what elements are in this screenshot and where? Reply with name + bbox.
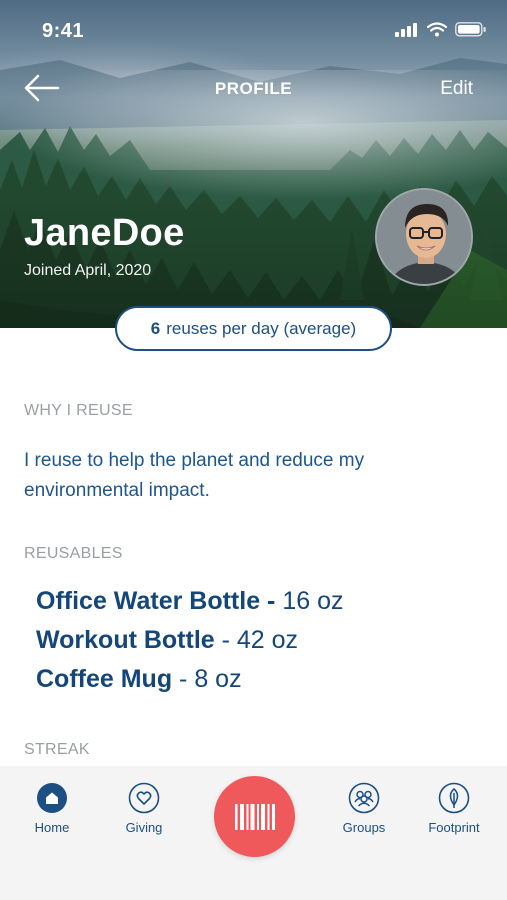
battery-icon bbox=[455, 22, 486, 37]
heart-icon bbox=[128, 782, 160, 814]
list-item[interactable]: Office Water Bottle - 16 oz bbox=[36, 582, 343, 621]
tab-footprint[interactable]: Footprint bbox=[414, 782, 494, 835]
scan-button[interactable] bbox=[214, 776, 295, 857]
why-text: I reuse to help the planet and reduce my… bbox=[24, 450, 365, 501]
reusables-list: Office Water Bottle - 16 oz Workout Bott… bbox=[36, 582, 343, 699]
reusables-heading: REUSABLES bbox=[24, 545, 123, 562]
groups-icon bbox=[348, 782, 380, 814]
streak-heading: STREAK bbox=[24, 741, 90, 758]
list-item[interactable]: Workout Bottle - 42 oz bbox=[36, 621, 343, 660]
profile-photo bbox=[377, 190, 471, 284]
tab-home[interactable]: Home bbox=[12, 782, 92, 835]
status-bar: 9:41 bbox=[0, 0, 507, 60]
reuse-stat-label: reuses per day (average) bbox=[166, 318, 357, 338]
barcode-icon bbox=[234, 803, 275, 830]
page-title: PROFILE bbox=[214, 79, 293, 98]
edit-button[interactable]: Edit bbox=[440, 78, 473, 100]
reusable-size: - 42 oz bbox=[214, 626, 299, 654]
wifi-icon bbox=[427, 22, 447, 37]
leaf-icon bbox=[438, 782, 470, 814]
tab-giving[interactable]: Giving bbox=[104, 782, 184, 835]
joined-date: Joined April, 2020 bbox=[24, 262, 152, 279]
tab-label: Groups bbox=[342, 820, 386, 835]
home-icon bbox=[37, 783, 67, 813]
tab-groups[interactable]: Groups bbox=[324, 782, 404, 835]
tab-label: Footprint bbox=[428, 820, 480, 835]
reusable-size: 16 oz bbox=[275, 587, 344, 615]
reusable-name: Workout Bottle bbox=[36, 626, 215, 654]
status-time: 9:41 bbox=[42, 20, 85, 42]
reuse-stat-badge: 6 reuses per day (average) bbox=[115, 306, 392, 351]
signal-icon bbox=[395, 22, 417, 37]
reuse-count: 6 bbox=[150, 318, 161, 338]
tab-label: Home bbox=[34, 820, 70, 835]
tab-label: Giving bbox=[125, 820, 163, 835]
reusable-size: - 8 oz bbox=[172, 665, 242, 693]
avatar[interactable] bbox=[375, 188, 473, 286]
user-name: JaneDoe bbox=[24, 212, 185, 254]
reusable-name: Office Water Bottle - bbox=[36, 587, 276, 615]
why-heading: WHY I REUSE bbox=[24, 402, 133, 419]
list-item[interactable]: Coffee Mug - 8 oz bbox=[36, 660, 343, 699]
reusable-name: Coffee Mug bbox=[36, 665, 173, 693]
